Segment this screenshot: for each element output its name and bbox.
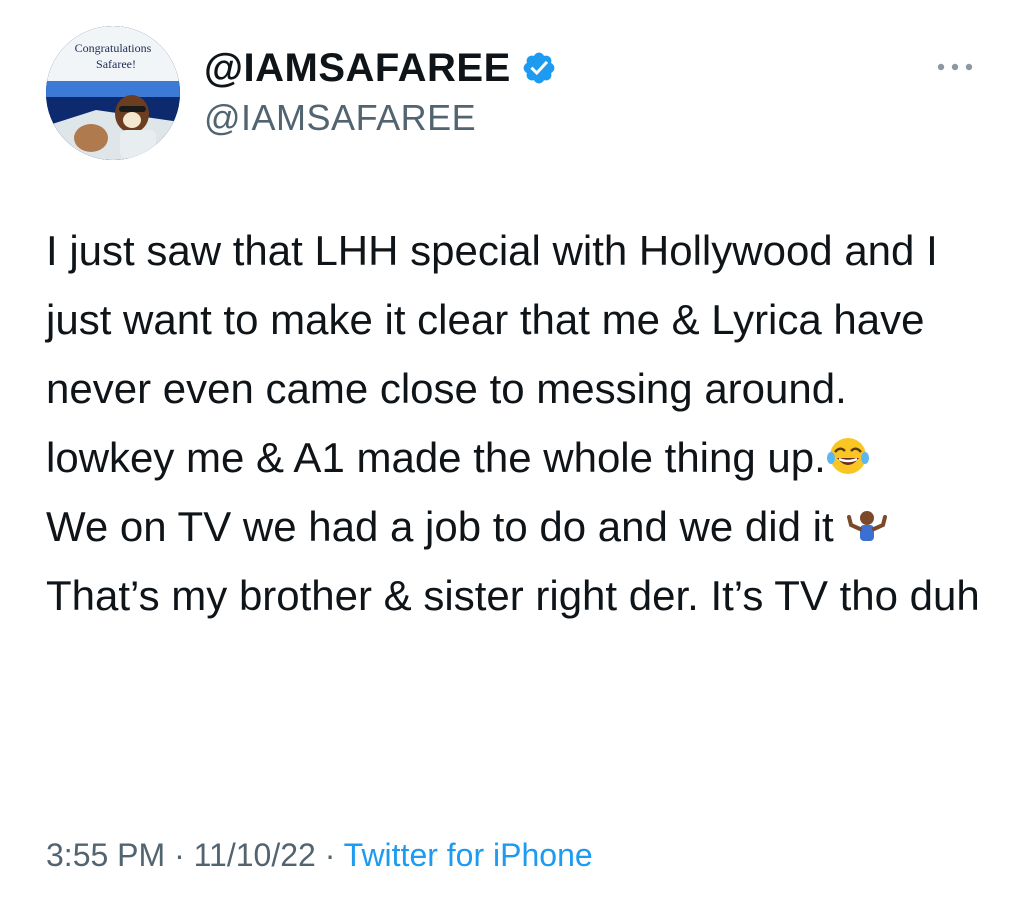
more-options-icon [937, 63, 973, 71]
avatar[interactable]: Congratulations Safaree! [46, 26, 180, 160]
author-handle[interactable]: @IAMSAFAREE [204, 96, 476, 140]
tweet-metadata: 3:55 PM · 11/10/22 · Twitter for iPhone [46, 833, 593, 877]
tweet-date[interactable]: 11/10/22 [194, 837, 316, 873]
avatar-caption-1: Congratulations [75, 41, 152, 55]
avatar-image: Congratulations Safaree! [46, 26, 180, 160]
tweet-time[interactable]: 3:55 PM [46, 837, 165, 873]
meta-separator: · [315, 837, 344, 873]
author-name-row: @IAMSAFAREE [204, 44, 557, 92]
display-name[interactable]: @IAMSAFAREE [204, 44, 511, 92]
tweet-text-part-3: That’s my brother & sister right der. It… [46, 572, 980, 619]
person-shrugging-icon [847, 511, 888, 541]
face-with-tears-of-joy-icon [826, 438, 869, 474]
avatar-caption-2: Safaree! [96, 57, 136, 71]
tweet-text-part-2: We on TV we had a job to do and we did i… [46, 503, 846, 550]
tweet-card: Congratulations Safaree! @IAMSAFAREE @IA… [0, 0, 1024, 909]
tweet-source-link[interactable]: Twitter for iPhone [344, 837, 593, 873]
tweet-text-part-1: I just saw that LHH special with Hollywo… [46, 227, 938, 481]
more-options-button[interactable] [930, 52, 980, 82]
tweet-text: I just saw that LHH special with Hollywo… [46, 216, 986, 630]
verified-badge-icon [523, 52, 555, 84]
meta-separator: · [165, 837, 194, 873]
